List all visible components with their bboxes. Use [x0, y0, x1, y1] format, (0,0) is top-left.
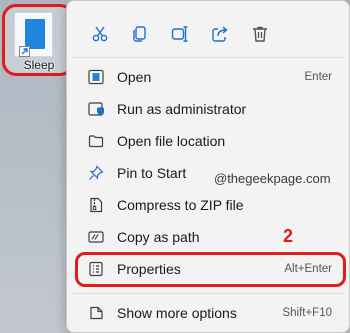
menu-item-label: Pin to Start	[117, 165, 187, 181]
cut-icon	[92, 26, 108, 42]
menu-item-run-as-admin[interactable]: Run as administrator	[72, 94, 344, 124]
shortcut-hint: Shift+F10	[282, 307, 332, 319]
menu-item-show-more-options[interactable]: Show more options Shift+F10	[72, 298, 344, 328]
admin-shield-icon	[88, 102, 104, 116]
share-icon	[212, 26, 228, 42]
copy-icon	[133, 26, 146, 42]
menu-item-label: Run as administrator	[117, 101, 247, 117]
delete-button[interactable]	[251, 22, 291, 46]
menu-item-open[interactable]: Open Enter	[72, 62, 344, 92]
menu-separator	[72, 57, 344, 58]
menu-item-label: Open	[117, 69, 152, 85]
menu-item-label: Compress to ZIP file	[117, 197, 244, 213]
shortcut-file-icon	[14, 12, 53, 57]
folder-icon	[88, 135, 104, 148]
shortcut-label: Sleep	[23, 58, 55, 72]
shortcut-hint: Enter	[304, 71, 333, 83]
app-window-icon	[88, 69, 104, 85]
delete-icon	[253, 26, 267, 42]
shortcut-arrow-icon	[19, 46, 30, 57]
zip-file-icon	[90, 197, 103, 213]
watermark: @thegeekpage.com	[214, 171, 331, 186]
copy-button[interactable]	[131, 22, 171, 46]
pin-icon	[89, 165, 104, 180]
menu-item-open-file-location[interactable]: Open file location	[72, 126, 344, 156]
step-2-marker: 2	[283, 226, 294, 246]
rename-icon	[171, 26, 188, 42]
cut-button[interactable]	[91, 22, 131, 46]
rename-button[interactable]	[171, 22, 211, 46]
menu-item-label: Show more options	[117, 305, 237, 321]
quick-actions-bar	[91, 22, 291, 46]
share-button[interactable]	[211, 22, 251, 46]
menu-separator	[72, 293, 344, 294]
properties-highlight	[75, 252, 346, 287]
copy-path-icon	[88, 231, 104, 243]
sleep-shortcut[interactable]: Sleep	[2, 4, 74, 76]
menu-item-label: Copy as path	[117, 229, 200, 245]
menu-item-copy-as-path[interactable]: Copy as path	[72, 222, 344, 252]
more-options-icon	[90, 306, 103, 320]
menu-item-label: Open file location	[117, 133, 226, 149]
menu-item-compress-zip[interactable]: Compress to ZIP file	[72, 190, 344, 220]
